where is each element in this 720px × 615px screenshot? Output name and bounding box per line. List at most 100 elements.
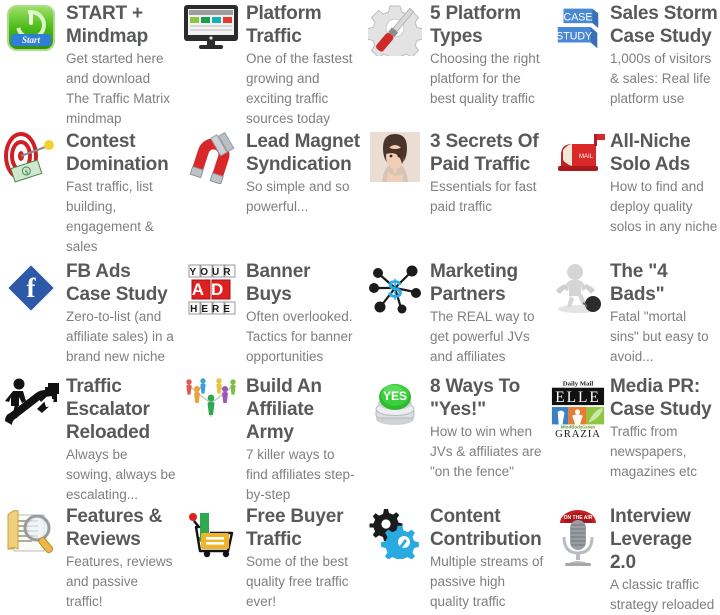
module-description: 7 killer ways to find affiliates step-by… [246, 447, 355, 502]
svg-text:ELLE: ELLE [555, 389, 600, 406]
horseshoe-magnet-icon [182, 132, 240, 190]
module-text: All-Niche Solo Ads How to find and deploy… [610, 130, 718, 237]
module-title[interactable]: Build An Affiliate Army [246, 375, 360, 444]
colorful-people-network-icon [182, 377, 240, 435]
module-title[interactable]: Interview Leverage 2.0 [610, 505, 718, 574]
module-title[interactable]: Lead Magnet Syndication [246, 130, 360, 176]
module-text: Sales Storm Case Study 1,000s of visitors… [610, 2, 718, 109]
module-title[interactable]: Traffic Escalator Reloaded [66, 375, 176, 444]
green-start-power-button-icon: Start [2, 4, 60, 62]
svg-text:CASE: CASE [564, 11, 593, 23]
module-title[interactable]: All-Niche Solo Ads [610, 130, 718, 176]
module-title[interactable]: Content Contribution [430, 505, 544, 551]
desktop-monitor-icon [182, 4, 240, 62]
module-description: Some of the best quality free traffic ev… [246, 554, 349, 609]
escalator-arrow-icon [2, 377, 60, 435]
gear-screwdriver-icon [366, 4, 424, 62]
module-text: FB Ads Case Study Zero-to-list (and affil… [66, 260, 176, 367]
module-description: Features, reviews and passive traffic! [66, 554, 173, 609]
svg-text:AD: AD [192, 280, 231, 299]
module-title[interactable]: Sales Storm Case Study [610, 2, 718, 48]
woman-shushing-photo-icon [366, 132, 424, 190]
module-title[interactable]: 8 Ways To "Yes!" [430, 375, 544, 421]
module-description: Zero-to-list (and affiliate sales) in a … [66, 309, 174, 364]
module-card[interactable]: CASE STUDY Sales Storm Case Study 1,000s … [546, 2, 720, 130]
on-the-air-microphone-icon: ON THE AIR [550, 507, 606, 566]
module-title[interactable]: Platform Traffic [246, 2, 360, 48]
svg-text:Daily Mail: Daily Mail [563, 380, 594, 387]
module-card[interactable]: Lead Magnet Syndication So simple and so … [178, 130, 362, 260]
module-description: Get started here and download The Traffi… [66, 51, 171, 126]
module-card[interactable]: The "4 Bads" Fatal "mortal sins" but easy… [546, 260, 720, 375]
module-title[interactable]: START + Mindmap [66, 2, 176, 48]
module-text: Features & Reviews Features, reviews and … [66, 505, 176, 612]
module-text: Traffic Escalator Reloaded Always be sowi… [66, 375, 176, 505]
module-text: Interview Leverage 2.0 A classic traffic … [610, 505, 718, 615]
your-ad-here-blocks-icon: YOUR AD HERE [182, 262, 240, 320]
case-study-blocks-icon: CASE STUDY [550, 4, 606, 62]
module-text: Platform Traffic One of the fastest growi… [246, 2, 360, 129]
svg-text:YES: YES [383, 389, 407, 403]
module-card[interactable]: Traffic Escalator Reloaded Always be sowi… [0, 375, 178, 505]
module-card[interactable]: Free Buyer Traffic Some of the best quali… [178, 505, 362, 615]
module-title[interactable]: Contest Domination [66, 130, 176, 176]
svg-text:$: $ [388, 274, 403, 304]
module-title[interactable]: Media PR: Case Study [610, 375, 718, 421]
module-description: How to win when JVs & affiliates are "on… [430, 424, 542, 479]
svg-text:Start: Start [22, 35, 41, 45]
module-text: Build An Affiliate Army 7 killer ways to … [246, 375, 360, 505]
module-title[interactable]: Banner Buys [246, 260, 360, 306]
two-gears-icon [366, 507, 424, 565]
module-card[interactable]: Daily Mail ELLE MindBodyGreen GRAZIA Med… [546, 375, 720, 505]
module-description: How to find and deploy quality solos in … [610, 179, 718, 234]
module-description: Fatal "mortal sins" but easy to avoid... [610, 309, 709, 364]
module-card[interactable]: Content Contribution Multiple streams of … [362, 505, 546, 615]
module-card[interactable]: Features & Reviews Features, reviews and … [0, 505, 178, 615]
module-title[interactable]: The "4 Bads" [610, 260, 718, 306]
module-card[interactable]: Start START + Mindmap Get started here an… [0, 2, 178, 130]
module-title[interactable]: 3 Secrets Of Paid Traffic [430, 130, 544, 176]
module-text: Marketing Partners The REAL way to get po… [430, 260, 544, 367]
module-description: A classic traffic strategy reloaded [610, 577, 715, 612]
module-description: Always be sowing, always be escalating..… [66, 447, 176, 502]
module-card[interactable]: $ Marketing Partners The REAL way to get … [362, 260, 546, 375]
module-card[interactable]: ON THE AIR Interview Leverage 2.0 A class… [546, 505, 720, 615]
module-card[interactable]: Build An Affiliate Army 7 killer ways to … [178, 375, 362, 505]
red-mailbox-icon: MAIL [550, 132, 606, 190]
module-description: One of the fastest growing and exciting … [246, 51, 353, 126]
module-description: Traffic from newspapers, magazines etc [610, 424, 698, 479]
module-card[interactable]: YOUR AD HERE Banner Buys Often overlooked… [178, 260, 362, 375]
module-card[interactable]: YES 8 Ways To "Yes!" How to win when JVs … [362, 375, 546, 505]
svg-text:STUDY: STUDY [556, 31, 592, 43]
module-description: Multiple streams of passive high quality… [430, 554, 544, 609]
module-description: Fast traffic, list building, engagement … [66, 179, 154, 254]
target-dart-money-icon: $ [2, 132, 60, 190]
module-title[interactable]: 5 Platform Types [430, 2, 544, 48]
module-title[interactable]: Marketing Partners [430, 260, 544, 306]
module-text: START + Mindmap Get started here and down… [66, 2, 176, 129]
module-card[interactable]: Platform Traffic One of the fastest growi… [178, 2, 362, 130]
module-description: Choosing the right platform for the best… [430, 51, 540, 106]
module-text: Lead Magnet Syndication So simple and so … [246, 130, 360, 217]
document-magnifier-icon [2, 507, 60, 565]
module-grid: Start START + Mindmap Get started here an… [0, 0, 720, 615]
module-title[interactable]: FB Ads Case Study [66, 260, 176, 306]
module-card[interactable]: MAIL All-Niche Solo Ads How to find and d… [546, 130, 720, 260]
module-text: 5 Platform Types Choosing the right platf… [430, 2, 544, 109]
module-card[interactable]: 3 Secrets Of Paid Traffic Essentials for … [362, 130, 546, 260]
module-card[interactable]: $ Contest Domination Fast traffic, list b… [0, 130, 178, 260]
module-card[interactable]: f FB Ads Case Study Zero-to-list (and aff… [0, 260, 178, 375]
module-text: Content Contribution Multiple streams of … [430, 505, 544, 612]
module-card[interactable]: 5 Platform Types Choosing the right platf… [362, 2, 546, 130]
module-text: Media PR: Case Study Traffic from newspap… [610, 375, 718, 482]
module-text: The "4 Bads" Fatal "mortal sins" but easy… [610, 260, 718, 367]
module-text: 8 Ways To "Yes!" How to win when JVs & af… [430, 375, 544, 482]
module-title[interactable]: Features & Reviews [66, 505, 176, 551]
svg-text:HERE: HERE [190, 304, 234, 315]
module-description: The REAL way to get powerful JVs and aff… [430, 309, 535, 364]
media-logos-collage-icon: Daily Mail ELLE MindBodyGreen GRAZIA [550, 377, 606, 439]
svg-text:GRAZIA: GRAZIA [555, 429, 601, 439]
module-title[interactable]: Free Buyer Traffic [246, 505, 360, 551]
module-description: So simple and so powerful... [246, 179, 350, 214]
svg-text:YOUR: YOUR [190, 267, 235, 278]
